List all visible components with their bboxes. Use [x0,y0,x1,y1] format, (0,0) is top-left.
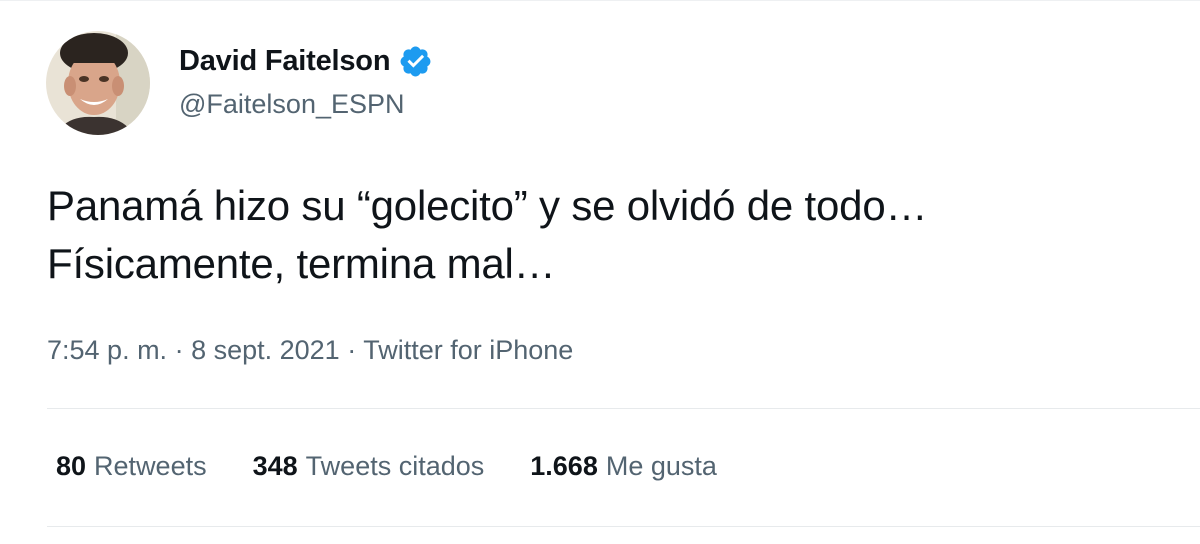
likes-count: 1.668 [530,451,598,481]
divider [47,526,1200,527]
tweet-text-line: Físicamente, termina mal… [47,240,556,287]
tweet-stats: 80 Retweets 348 Tweets citados 1.668 Me gus… [56,451,717,482]
author-name-row: David Faitelson [179,41,433,81]
display-name[interactable]: David Faitelson [179,45,391,78]
avatar[interactable] [46,31,150,135]
retweets-label: Retweets [94,451,207,481]
meta-separator: · [339,335,364,365]
likes-label: Me gusta [605,451,717,481]
likes-stat[interactable]: 1.668 Me gusta [530,451,717,482]
tweet-text: Panamá hizo su “golecito” y se olvidó de… [47,177,927,293]
quote-tweets-count: 348 [252,451,298,481]
tweet-text-line: Panamá hizo su “golecito” y se olvidó de… [47,182,928,229]
retweets-count: 80 [56,451,87,481]
quote-tweets-stat[interactable]: 348 Tweets citados [253,451,485,482]
author-handle[interactable]: @Faitelson_ESPN [179,89,405,120]
tweet-time[interactable]: 7:54 p. m. [47,335,167,365]
retweets-stat[interactable]: 80 Retweets [56,451,207,482]
tweet-card: David Faitelson @Faitelson_ESPN Panamá h… [0,0,1200,544]
tweet-date[interactable]: 8 sept. 2021 [191,335,340,365]
quote-tweets-label: Tweets citados [305,451,485,481]
meta-separator: · [167,335,192,365]
verified-badge-icon [398,44,433,79]
avatar-image [46,31,150,135]
tweet-source[interactable]: Twitter for iPhone [363,335,573,365]
tweet-meta: 7:54 p. m. · 8 sept. 2021 · Twitter for … [47,335,573,366]
divider [47,408,1200,409]
